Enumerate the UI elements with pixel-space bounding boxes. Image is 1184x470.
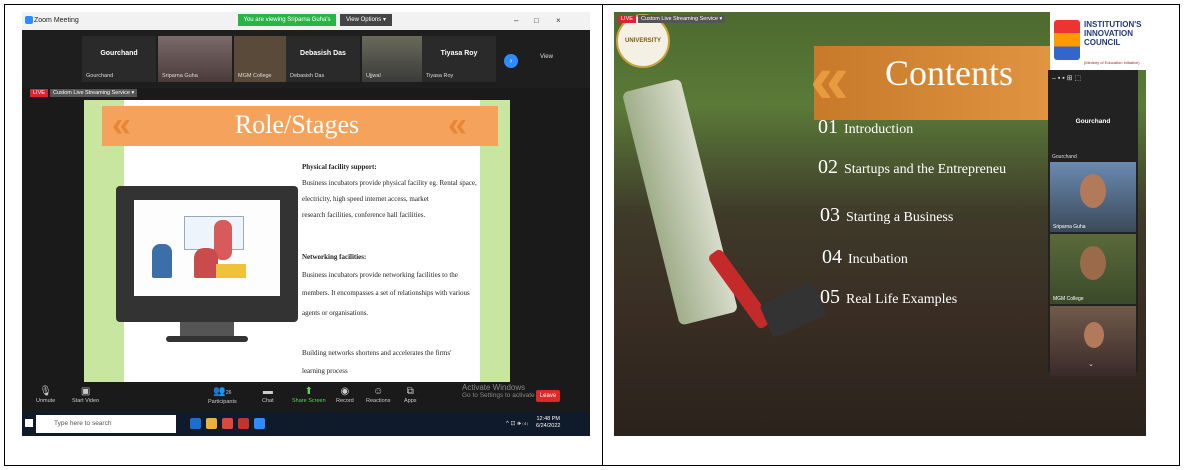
participant-label: Debasish Das: [290, 73, 325, 79]
banknote-image: [621, 78, 739, 326]
participant-name: Tiyasa Roy: [440, 50, 478, 57]
chat-button[interactable]: ▬ Chat: [262, 386, 274, 404]
contents-screenshot: UNIVERSITY LIVE Custom Live Streaming Ser…: [614, 12, 1146, 436]
edge-icon[interactable]: [190, 418, 201, 429]
participant-label: MGM College: [238, 73, 272, 79]
physical-heading: Physical facility support:: [302, 163, 377, 171]
participants-icon: 👥26: [213, 386, 232, 397]
participant-label: Gourchand: [1052, 154, 1077, 160]
physical-line: electricity, high speed internet access,…: [302, 195, 429, 203]
chevron-down-icon[interactable]: ⌄: [1088, 360, 1094, 368]
rake-head-image: [759, 281, 827, 339]
minimize-button[interactable]: –: [514, 16, 518, 25]
system-tray[interactable]: ^ ⊡ 🕪 ⑷: [506, 420, 528, 428]
building-line: learning process: [302, 367, 348, 375]
toc-item: 05 Real Life Examples: [820, 286, 958, 308]
participants-button[interactable]: 👥26 Participants: [208, 386, 237, 405]
zoom-screenshot: Zoom Meeting You are viewing Sriparna Gu…: [22, 12, 590, 436]
reactions-icon: ☺: [373, 386, 384, 397]
toc-item: 03 Starting a Business: [820, 204, 954, 226]
participant-name: Gourchand: [100, 50, 138, 57]
viewing-banner: You are viewing Sriparna Guha's screen: [238, 14, 336, 35]
participant-label: Tiyasa Roy: [426, 73, 454, 79]
taskbar-search-input[interactable]: Type here to search: [36, 415, 176, 433]
app-title: Zoom Meeting: [34, 17, 79, 24]
participant-tile[interactable]: Gourchand Gourchand: [82, 36, 156, 82]
zoom-titlebar: Zoom Meeting You are viewing Sriparna Gu…: [22, 12, 590, 35]
record-icon: ◉: [340, 386, 350, 397]
physical-line: Business incubators provide physical fac…: [302, 179, 477, 187]
pdf-icon[interactable]: [238, 418, 249, 429]
physical-line: research facilities, conference hall fac…: [302, 211, 426, 219]
record-button[interactable]: ◉ Record: [336, 386, 354, 404]
participant-tile[interactable]: Debasish Das Debasish Das: [286, 36, 360, 82]
next-page-button[interactable]: ›: [504, 54, 518, 68]
stream-service[interactable]: Custom Live Streaming Service ▾: [637, 15, 726, 23]
networking-line: Business incubators provide networking f…: [302, 271, 458, 279]
zoom-participant-panel: – ▪ ▪ ⊞ ⬚ Gourchand Gourchand Sriparna G…: [1048, 70, 1138, 376]
participant-video-tile[interactable]: MGM College: [1050, 234, 1136, 304]
leave-button[interactable]: Leave: [536, 390, 560, 402]
slide-title: Role/Stages: [234, 110, 360, 139]
live-badge: LIVE: [618, 15, 636, 23]
participant-tile[interactable]: Tiyasa Roy Tiyasa Roy: [422, 36, 496, 82]
contents-title: Contents: [884, 53, 1013, 93]
participant-label: Ujjwal: [366, 73, 381, 79]
building-line: Building networks shortens and accelerat…: [302, 349, 452, 357]
iic-mark-icon: [1054, 20, 1080, 60]
networking-line: agents or organisations.: [302, 309, 369, 317]
toc-item: 04 Incubation: [822, 246, 908, 268]
view-options-button[interactable]: View Options ▾: [340, 14, 392, 26]
participant-tile[interactable]: Sriparna Guha: [158, 36, 232, 82]
people-illustration: [144, 214, 270, 284]
toc-item: 02 Startups and the Entrepreneu: [818, 156, 1007, 178]
stream-service[interactable]: Custom Live Streaming Service ▾: [49, 89, 138, 97]
chat-icon: ▬: [262, 386, 273, 397]
start-video-button[interactable]: ▣ Start Video: [72, 386, 99, 404]
participant-label: Gourchand: [86, 73, 114, 79]
live-stream-indicator[interactable]: LIVE Custom Live Streaming Service ▾: [618, 15, 726, 23]
maximize-button[interactable]: □: [534, 16, 539, 25]
panel-controls[interactable]: – ▪ ▪ ⊞ ⬚: [1052, 74, 1081, 82]
windows-taskbar: Type here to search ^ ⊡ 🕪 ⑷ 12:48 PM 6/2…: [22, 412, 590, 436]
apps-button[interactable]: ⧉ Apps: [404, 386, 417, 404]
live-badge: LIVE: [30, 89, 48, 97]
chrome-icon[interactable]: [222, 418, 233, 429]
view-button[interactable]: View: [540, 54, 553, 60]
zoom-app-icon[interactable]: [254, 418, 265, 429]
taskbar-clock[interactable]: 12:48 PM 6/24/2022: [536, 416, 560, 430]
live-stream-indicator[interactable]: LIVE Custom Live Streaming Service ▾: [30, 89, 154, 100]
activate-windows-watermark: Activate Windows Go to Settings to activ…: [462, 383, 535, 400]
share-screen-button[interactable]: ⬆ Share Screen: [292, 386, 326, 404]
participant-gallery: Gourchand Gourchand Sriparna Guha MGM Co…: [22, 30, 590, 88]
monitor-illustration: [116, 186, 298, 342]
video-icon: ▣: [80, 386, 91, 397]
participant-video-tile[interactable]: Sriparna Guha: [1050, 162, 1136, 232]
file-explorer-icon[interactable]: [206, 418, 217, 429]
meeting-toolbar: 🎙 Unmute ▣ Start Video 👥26 Participants ▬ Ch…: [22, 382, 590, 412]
close-button[interactable]: ×: [556, 16, 561, 25]
share-screen-icon: ⬆: [304, 386, 314, 397]
column-divider: [602, 4, 603, 466]
networking-heading: Networking facilities:: [302, 253, 367, 261]
apps-icon: ⧉: [406, 386, 414, 397]
windows-start-icon[interactable]: [25, 419, 33, 427]
zoom-logo-icon: [25, 16, 33, 24]
unmute-button[interactable]: 🎙 Unmute: [36, 386, 55, 404]
toc-item: 01 Introduction: [818, 116, 914, 138]
participant-name: Debasish Das: [300, 50, 346, 57]
shared-slide: « « Role/Stages Physical facility suppor…: [84, 100, 510, 382]
mic-icon: 🎙: [39, 386, 52, 397]
participant-label: Sriparna Guha: [162, 73, 198, 79]
iic-logo: INSTITUTION'S INNOVATION COUNCIL (Minist…: [1050, 12, 1146, 70]
participant-name: Gourchand: [1075, 118, 1111, 125]
reactions-button[interactable]: ☺ Reactions: [366, 386, 390, 404]
networking-line: members. It encompasses a set of relatio…: [302, 289, 470, 297]
